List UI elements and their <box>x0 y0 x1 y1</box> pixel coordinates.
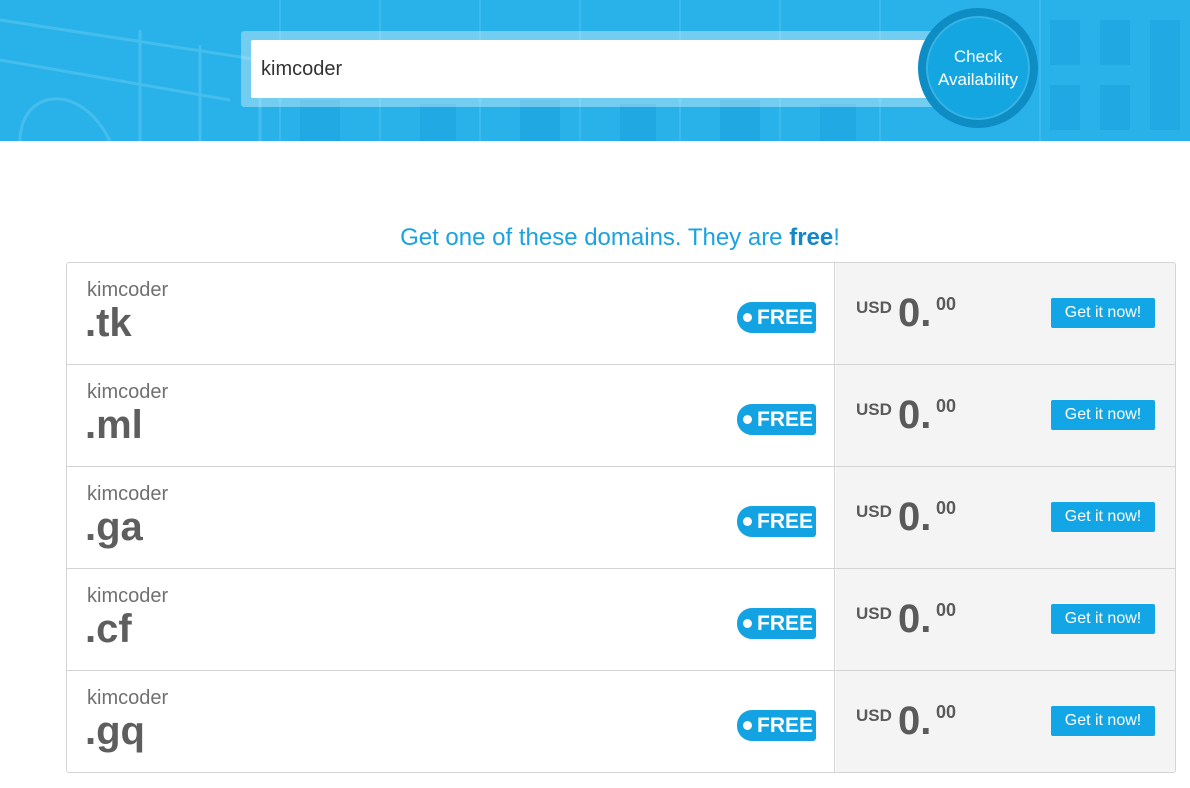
domain-sld: kimcoder <box>87 687 169 709</box>
price-integer: 0. <box>898 393 932 437</box>
domain-row-tk: kimcoder .tk FREE USD 0. 00 Get it now! <box>67 263 1175 365</box>
domain-name-cell: kimcoder .gq FREE <box>67 671 835 772</box>
price-decimal: 00 <box>936 702 957 722</box>
free-domains-heading: Get one of these domains. They are free! <box>0 224 1190 252</box>
domain-tld: .tk <box>85 301 132 345</box>
price-currency: USD <box>856 604 892 623</box>
domain-tld: .ga <box>85 505 143 549</box>
bullet-dot-icon <box>743 415 752 424</box>
free-badge-label: FREE <box>757 611 814 635</box>
price-integer: 0. <box>898 597 932 641</box>
price-cell: USD 0. 00 Get it now! <box>836 365 1175 466</box>
heading-suffix: ! <box>833 224 840 251</box>
price-cell: USD 0. 00 Get it now! <box>836 467 1175 568</box>
domain-name-cell: kimcoder .tk FREE <box>67 263 835 364</box>
price-integer: 0. <box>898 495 932 539</box>
get-it-now-button[interactable]: Get it now! <box>1051 706 1155 736</box>
domain-row-cf: kimcoder .cf FREE USD 0. 00 Get it now! <box>67 569 1175 671</box>
heading-emphasis: free <box>789 224 834 251</box>
price-cell: USD 0. 00 Get it now! <box>836 569 1175 670</box>
price-cell: USD 0. 00 Get it now! <box>836 263 1175 364</box>
domain-tld: .cf <box>85 607 132 651</box>
domain-sld: kimcoder <box>87 483 169 505</box>
domain-sld: kimcoder <box>87 585 169 607</box>
price-decimal: 00 <box>936 294 957 314</box>
domain-search-input[interactable] <box>251 40 941 98</box>
domain-row-ga: kimcoder .ga FREE USD 0. 00 Get it now! <box>67 467 1175 569</box>
price-integer: 0. <box>898 291 932 335</box>
price-decimal: 00 <box>936 396 957 416</box>
heading-prefix: Get one of these domains. They are <box>400 224 790 251</box>
free-badge: FREE <box>737 302 816 333</box>
domain-row-gq: kimcoder .gq FREE USD 0. 00 Get it now! <box>67 671 1175 772</box>
free-badge: FREE <box>737 608 816 639</box>
free-badge-label: FREE <box>757 509 814 533</box>
get-it-now-button[interactable]: Get it now! <box>1051 400 1155 430</box>
check-availability-label-line2: Availability <box>937 70 1018 89</box>
domain-tld: .ml <box>85 403 143 447</box>
bullet-dot-icon <box>743 721 752 730</box>
price-currency: USD <box>856 298 892 317</box>
price-currency: USD <box>856 706 892 725</box>
price-decimal: 00 <box>936 498 957 518</box>
search-hero: Check Availability <box>0 0 1190 141</box>
free-badge: FREE <box>737 506 816 537</box>
domain-name-cell: kimcoder .ga FREE <box>67 467 835 568</box>
free-badge-label: FREE <box>757 305 814 329</box>
price-decimal: 00 <box>936 600 957 620</box>
check-availability-button[interactable]: Check Availability <box>918 8 1038 128</box>
domain-sld: kimcoder <box>87 279 169 301</box>
domain-results-table: kimcoder .tk FREE USD 0. 00 Get it now! … <box>66 262 1176 773</box>
free-badge-label: FREE <box>757 713 814 737</box>
domain-name-cell: kimcoder .cf FREE <box>67 569 835 670</box>
domain-sld: kimcoder <box>87 381 169 403</box>
free-badge: FREE <box>737 710 816 741</box>
bullet-dot-icon <box>743 619 752 628</box>
bullet-dot-icon <box>743 517 752 526</box>
price-currency: USD <box>856 400 892 419</box>
get-it-now-button[interactable]: Get it now! <box>1051 502 1155 532</box>
free-badge: FREE <box>737 404 816 435</box>
price-currency: USD <box>856 502 892 521</box>
price-cell: USD 0. 00 Get it now! <box>836 671 1175 772</box>
price-integer: 0. <box>898 699 932 743</box>
check-availability-label-line1: Check <box>953 47 1003 66</box>
domain-tld: .gq <box>85 709 145 753</box>
domain-name-cell: kimcoder .ml FREE <box>67 365 835 466</box>
domain-row-ml: kimcoder .ml FREE USD 0. 00 Get it now! <box>67 365 1175 467</box>
get-it-now-button[interactable]: Get it now! <box>1051 298 1155 328</box>
bullet-dot-icon <box>743 313 752 322</box>
get-it-now-button[interactable]: Get it now! <box>1051 604 1155 634</box>
free-badge-label: FREE <box>757 407 814 431</box>
